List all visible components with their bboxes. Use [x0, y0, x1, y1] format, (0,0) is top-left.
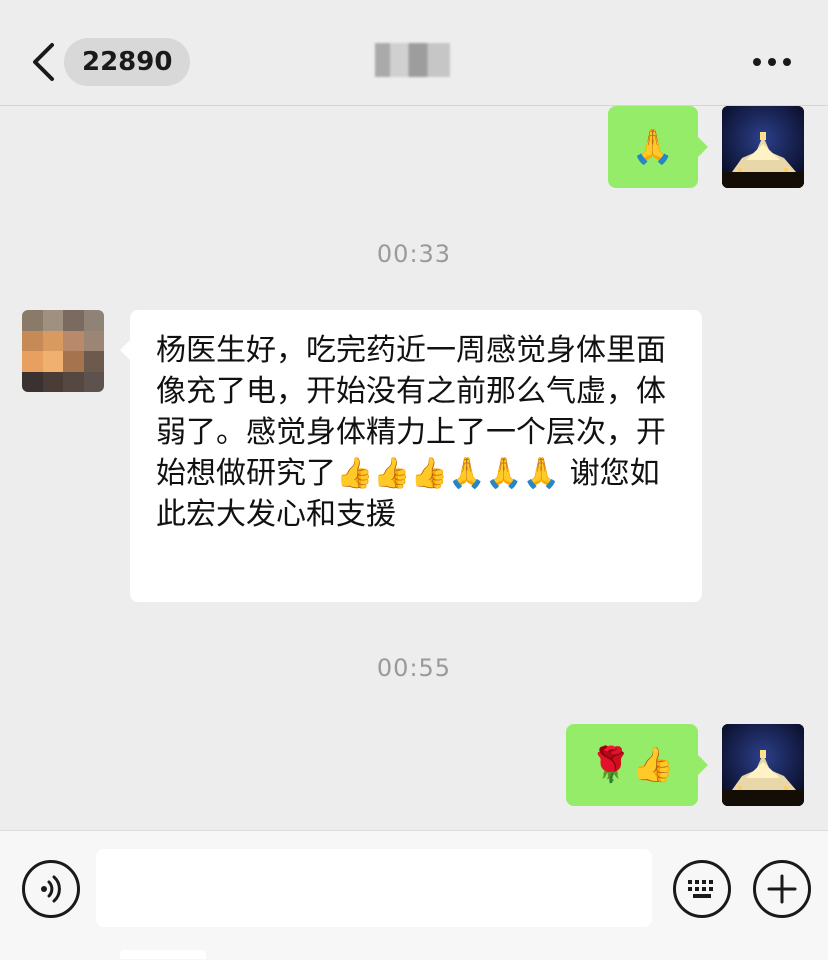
plus-button[interactable] [753, 860, 811, 918]
temple-night-avatar-icon [722, 106, 804, 188]
avatar-self[interactable] [722, 106, 804, 188]
message-bubble-self[interactable]: 🌹👍 [566, 724, 698, 806]
chevron-left-icon[interactable] [30, 42, 56, 82]
message-input[interactable] [96, 849, 652, 927]
unread-count-badge[interactable]: 22890 [64, 38, 191, 86]
avatar-self[interactable] [722, 724, 804, 806]
message-emoji: 🌹👍 [589, 744, 675, 785]
bubble-tail [120, 340, 130, 360]
bubble-tail [698, 137, 708, 157]
chat-title-blurred [375, 43, 450, 77]
message-text: 杨医生好，吃完药近一周感觉身体里面像充了电，开始没有之前那么气虚，体弱了。感觉身… [156, 333, 666, 532]
message-emoji: 🙏 [631, 126, 675, 167]
bottom-tab-hint [120, 950, 206, 959]
message-bubble-other[interactable]: 杨医生好，吃完药近一周感觉身体里面像充了电，开始没有之前那么气虚，体弱了。感觉身… [130, 310, 702, 602]
timestamp: 00:55 [376, 654, 452, 682]
bubble-tail [698, 755, 708, 775]
keyboard-icon [688, 880, 713, 898]
temple-night-avatar-icon [722, 724, 804, 806]
avatar-other[interactable] [22, 310, 104, 392]
chat-header: 22890 [0, 0, 828, 106]
voice-button[interactable] [22, 860, 80, 918]
input-bar [0, 830, 828, 960]
more-dots-icon[interactable] [752, 52, 792, 72]
message-bubble-self[interactable]: 🙏 [608, 106, 698, 188]
keyboard-button[interactable] [673, 860, 731, 918]
voice-icon [41, 875, 61, 903]
timestamp: 00:33 [376, 240, 452, 268]
plus-icon [767, 874, 797, 904]
